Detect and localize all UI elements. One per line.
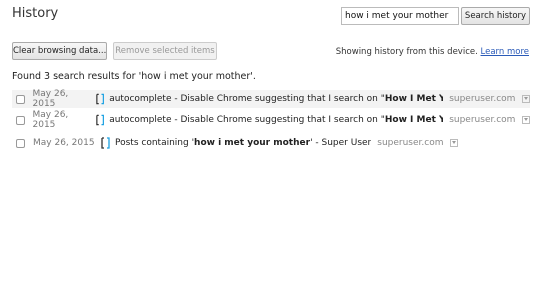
history-entry[interactable]: May 26, 2015 Posts containing 'how i met… <box>12 134 530 152</box>
learn-more-link[interactable]: Learn more <box>481 47 529 57</box>
entry-menu-dropdown-icon[interactable] <box>522 116 530 124</box>
entry-domain: superuser.com <box>449 115 516 125</box>
history-entry[interactable]: May 26, 2015 autocomplete - Disable Chro… <box>12 110 530 130</box>
entry-checkbox[interactable] <box>16 94 25 104</box>
entry-menu-dropdown-icon[interactable] <box>450 139 459 147</box>
entry-menu-dropdown-icon[interactable] <box>522 95 530 103</box>
entry-domain: superuser.com <box>449 94 516 104</box>
entry-title-link[interactable]: autocomplete - Disable Chrome suggesting… <box>109 94 443 104</box>
superuser-favicon-icon <box>96 93 104 105</box>
superuser-favicon-icon <box>101 137 110 149</box>
history-source-info: Showing history from this device. Learn … <box>336 47 529 57</box>
search-input[interactable] <box>341 7 459 25</box>
entry-date: May 26, 2015 <box>32 89 69 109</box>
remove-selected-items-button[interactable]: Remove selected items <box>113 42 217 60</box>
history-entry[interactable]: May 26, 2015 autocomplete - Disable Chro… <box>12 89 530 109</box>
history-source-text: Showing history from this device. <box>335 47 478 57</box>
entry-checkbox[interactable] <box>16 115 25 125</box>
entry-checkbox[interactable] <box>16 138 25 148</box>
entry-title-link[interactable]: autocomplete - Disable Chrome suggesting… <box>109 115 443 125</box>
search-history-button[interactable]: Search history <box>461 7 530 25</box>
superuser-favicon-icon <box>96 114 104 126</box>
page-title: History <box>12 6 59 21</box>
entry-date: May 26, 2015 <box>32 110 69 130</box>
entry-domain: superuser.com <box>377 138 444 148</box>
results-summary: Found 3 search results for 'how i met yo… <box>12 71 256 82</box>
entry-title-link[interactable]: Posts containing 'how i met your mother'… <box>115 138 371 148</box>
clear-browsing-data-button[interactable]: Clear browsing data... <box>12 42 107 60</box>
entry-date: May 26, 2015 <box>33 138 95 148</box>
